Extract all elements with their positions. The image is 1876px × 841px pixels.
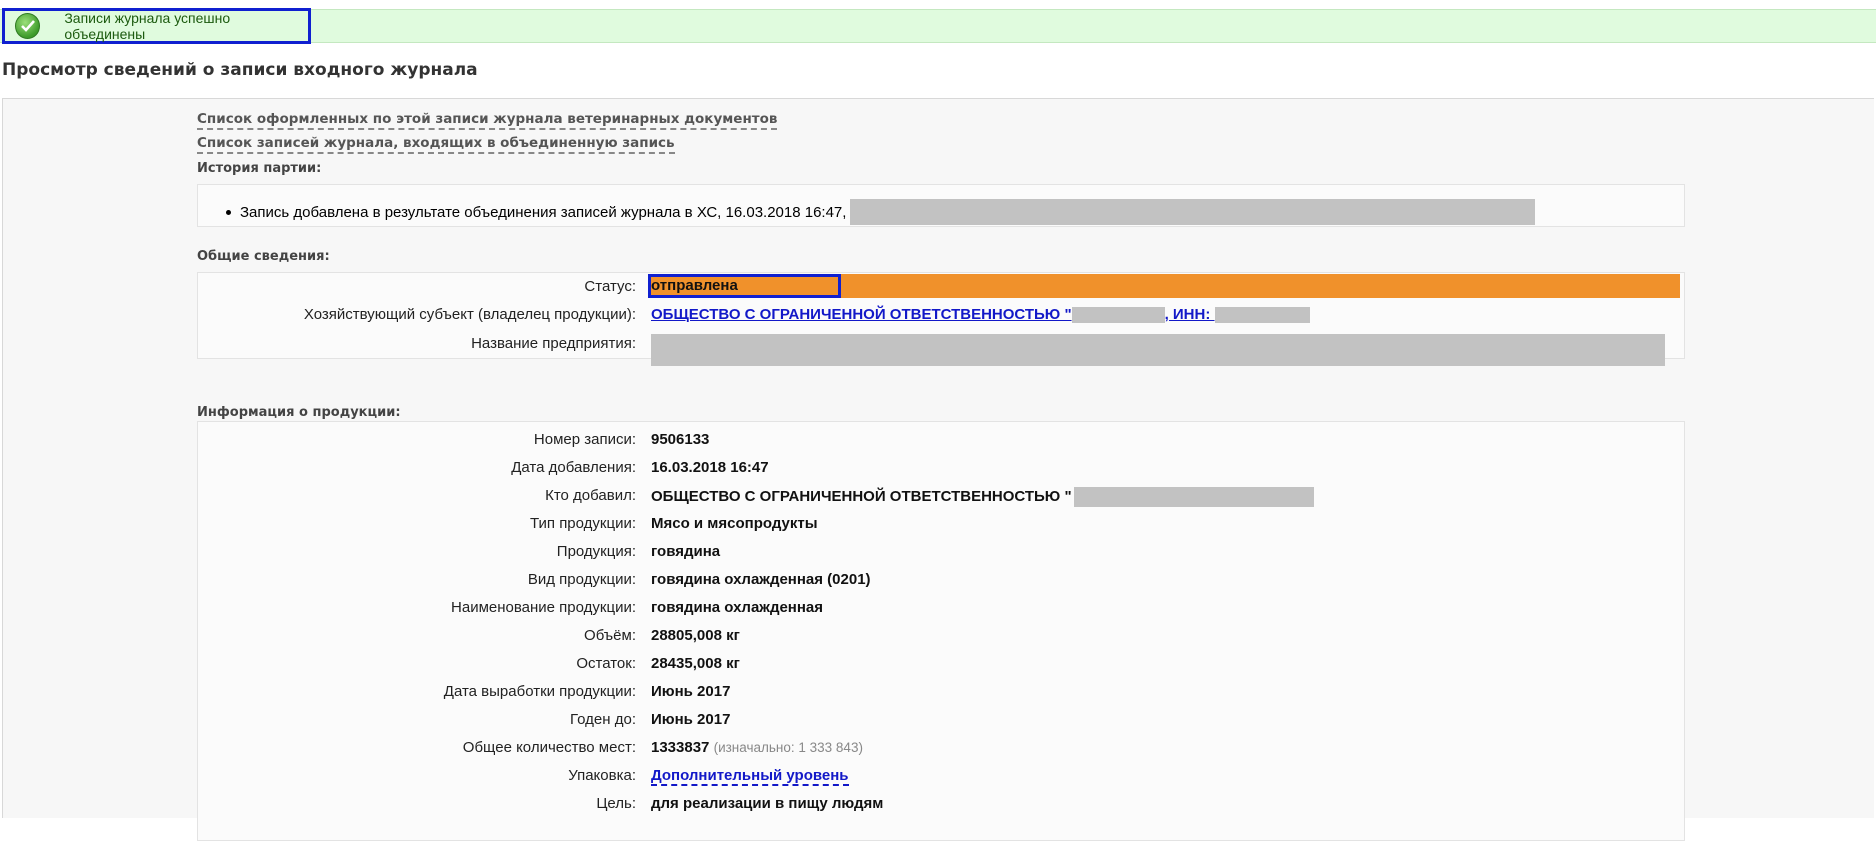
purpose-label: Цель: — [596, 795, 636, 812]
enterprise-row: Название предприятия: — [198, 334, 1684, 366]
history-item: Запись добавлена в результате объединени… — [226, 199, 1536, 225]
places-value: 1333837 (изначально: 1 333 843) — [651, 739, 863, 756]
volume-value: 28805,008 кг — [651, 627, 740, 644]
volume-label: Объём: — [584, 627, 636, 644]
prod-date-row: Дата выработки продукции: Июнь 2017 — [198, 683, 1684, 705]
product-box: Номер записи: 9506133 Дата добавления: 1… — [197, 421, 1685, 841]
expiry-value: Июнь 2017 — [651, 711, 731, 728]
added-label: Дата добавления: — [511, 459, 636, 476]
kind-row: Вид продукции: говядина охлажденная (020… — [198, 571, 1684, 593]
added-value: 16.03.2018 16:47 — [651, 459, 769, 476]
record-no-value: 9506133 — [651, 431, 710, 448]
general-heading: Общие сведения: — [197, 249, 330, 264]
product-value: говядина — [651, 543, 721, 560]
status-row: Статус: отправлена — [198, 273, 1684, 298]
general-box: Статус: отправлена Хозяйствующий субъект… — [197, 272, 1685, 366]
rest-row: Остаток: 28435,008 кг — [198, 655, 1684, 677]
history-heading: История партии: — [197, 161, 322, 176]
page-title: Просмотр сведений о записи входного журн… — [2, 60, 478, 80]
purpose-value: для реализации в пищу людям — [651, 795, 884, 812]
purpose-row: Цель: для реализации в пищу людям — [198, 795, 1684, 817]
check-circle-icon — [15, 13, 41, 39]
redacted-block — [850, 199, 1536, 225]
added-by-row: Кто добавил: ОБЩЕСТВО С ОГРАНИЧЕННОЙ ОТВ… — [198, 487, 1684, 509]
package-row: Упаковка: Дополнительный уровень — [198, 767, 1684, 789]
added-by-label: Кто добавил: — [545, 487, 636, 504]
merged-entries-link[interactable]: Список записей журнала, входящих в объед… — [197, 135, 675, 154]
vet-docs-link[interactable]: Список оформленных по этой записи журнал… — [197, 111, 778, 130]
redacted-block — [1073, 487, 1314, 507]
record-panel: Список оформленных по этой записи журнал… — [2, 98, 1874, 841]
owner-value: ОБЩЕСТВО С ОГРАНИЧЕННОЙ ОТВЕТСТВЕННОСТЬЮ… — [651, 306, 1310, 324]
status-label: Статус: — [584, 278, 636, 295]
owner-link[interactable]: ОБЩЕСТВО С ОГРАНИЧЕННОЙ ОТВЕТСТВЕННОСТЬЮ… — [651, 306, 1310, 324]
success-notice: Записи журнала успешно объединены — [2, 8, 311, 44]
owner-label: Хозяйствующий субъект (владелец продукци… — [303, 306, 636, 323]
expiry-label: Годен до: — [570, 711, 636, 728]
added-row: Дата добавления: 16.03.2018 16:47 — [198, 459, 1684, 481]
places-initial: (изначально: 1 333 843) — [713, 740, 863, 755]
redacted-block — [651, 334, 1665, 366]
prod-date-label: Дата выработки продукции: — [443, 683, 636, 700]
prod-date-value: Июнь 2017 — [651, 683, 731, 700]
product-heading: Информация о продукции: — [197, 405, 401, 420]
notice-text: Записи журнала успешно объединены — [64, 10, 231, 42]
type-row: Тип продукции: Мясо и мясопродукты — [198, 515, 1684, 537]
kind-label: Вид продукции: — [527, 571, 636, 588]
name-label: Наименование продукции: — [451, 599, 636, 616]
status-highlight — [648, 274, 841, 298]
package-value: Дополнительный уровень — [651, 767, 849, 786]
bullet-icon — [226, 209, 231, 215]
history-box: Запись добавлена в результате объединени… — [197, 184, 1685, 227]
redacted-block — [1214, 307, 1310, 324]
record-no-label: Номер записи: — [533, 431, 636, 448]
product-label: Продукция: — [556, 543, 636, 560]
package-link[interactable]: Дополнительный уровень — [651, 767, 849, 786]
type-value: Мясо и мясопродукты — [651, 515, 818, 532]
name-value: говядина охлажденная — [651, 599, 824, 616]
enterprise-label: Название предприятия: — [471, 335, 636, 352]
kind-value: говядина охлажденная (0201) — [651, 571, 871, 588]
volume-row: Объём: 28805,008 кг — [198, 627, 1684, 649]
owner-row: Хозяйствующий субъект (владелец продукци… — [198, 306, 1684, 328]
places-row: Общее количество мест: 1333837 (изначаль… — [198, 739, 1684, 761]
added-by-value: ОБЩЕСТВО С ОГРАНИЧЕННОЙ ОТВЕТСТВЕННОСТЬЮ… — [651, 487, 1314, 507]
name-row: Наименование продукции: говядина охлажде… — [198, 599, 1684, 621]
product-row: Продукция: говядина — [198, 543, 1684, 565]
expiry-row: Годен до: Июнь 2017 — [198, 711, 1684, 733]
rest-label: Остаток: — [576, 655, 636, 672]
package-label: Упаковка: — [568, 767, 636, 784]
redacted-block — [1071, 307, 1165, 324]
places-label: Общее количество мест: — [462, 739, 636, 756]
rest-value: 28435,008 кг — [651, 655, 740, 672]
type-label: Тип продукции: — [530, 515, 636, 532]
record-no-row: Номер записи: 9506133 — [198, 431, 1684, 453]
history-item-text: Запись добавлена в результате объединени… — [240, 203, 847, 221]
